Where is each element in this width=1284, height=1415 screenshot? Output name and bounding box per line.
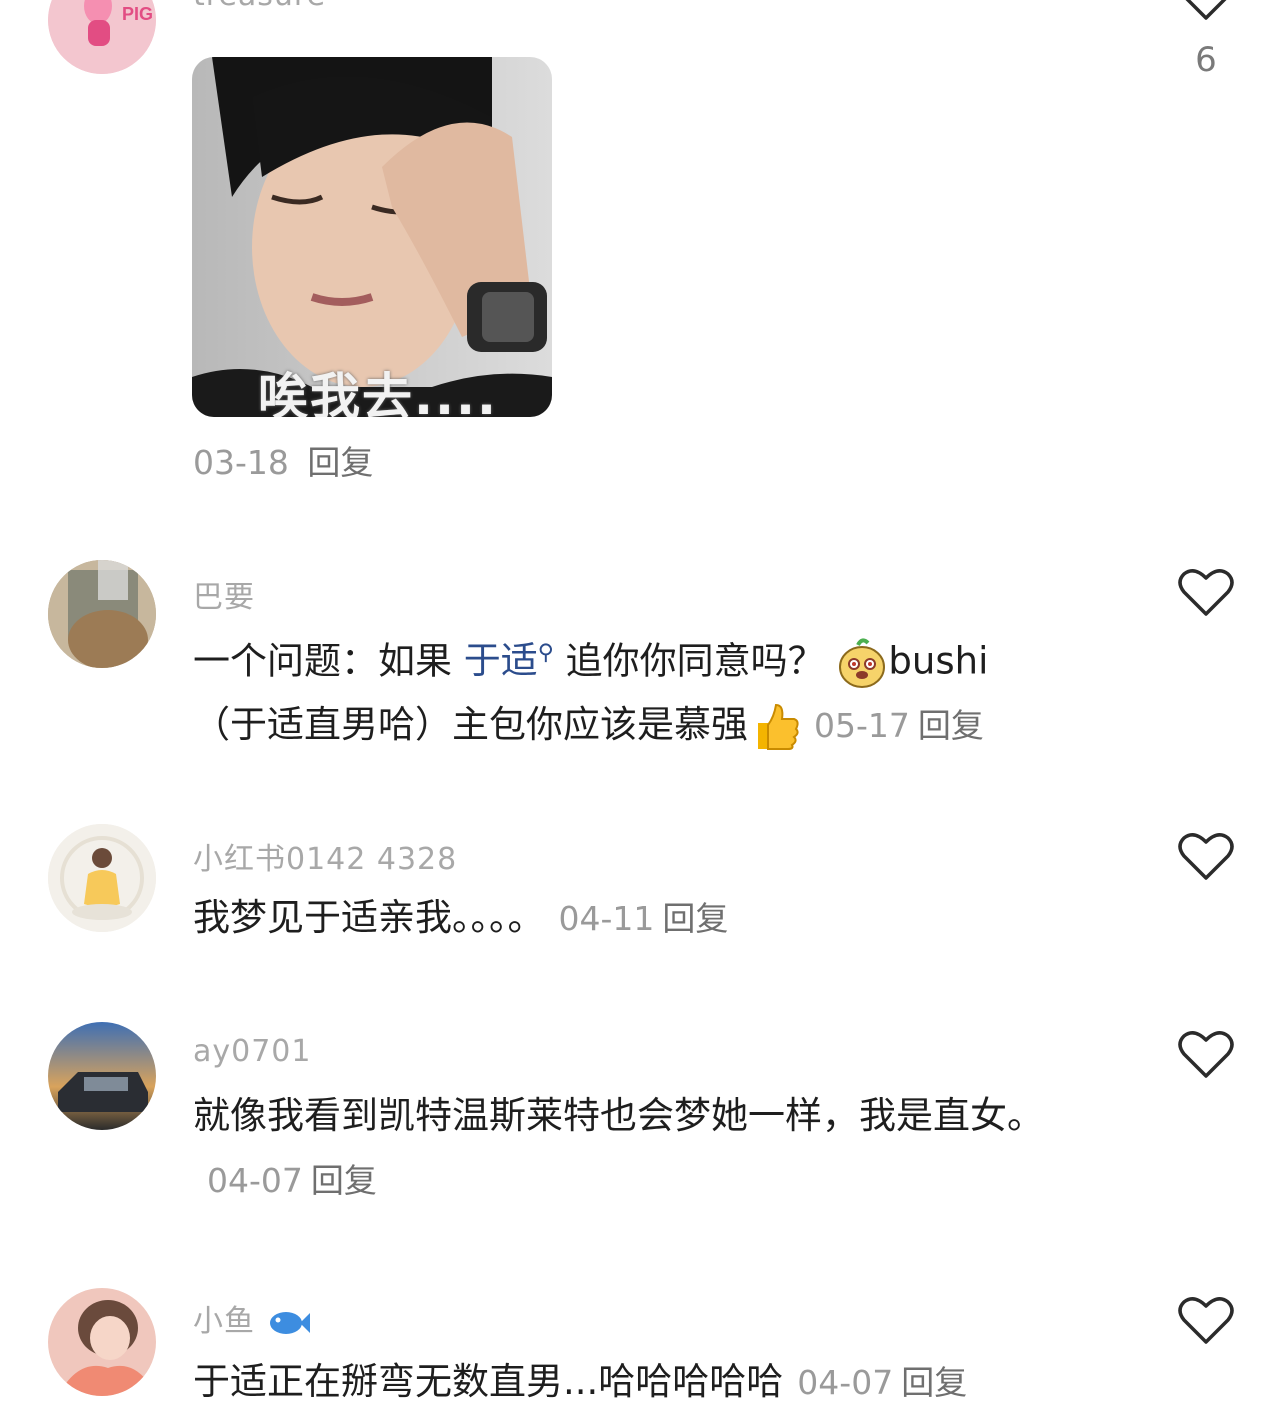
reply-button[interactable]: 回复 [662,899,728,938]
user-photo-avatar [48,560,156,668]
comment-2: 巴要 一个问题：如果 于适⚲ 追你你同意吗？ bushi （于适直男哈）主包你应… [0,560,1284,780]
username[interactable]: treasure [193,0,326,13]
comment-date: 04-11 [558,899,655,938]
fish-emoji-icon [269,1311,310,1334]
meme-image[interactable]: 唉我去.... [192,57,552,417]
heart-outline-icon[interactable] [1178,0,1234,22]
comment-meta: 05-17 回复 [814,706,984,745]
girl-pink-avatar [48,1288,156,1396]
dog-face-emoji-icon [839,638,886,688]
username[interactable]: 小鱼 [193,1296,310,1340]
piglet-avatar-icon: PIG [48,0,156,74]
comment-text: 一个问题：如果 于适⚲ 追你你同意吗？ bushi （于适直男哈）主包你应该是慕… [193,622,1073,758]
comment-meta: 04-07 回复 [797,1363,967,1402]
comment-5: 小鱼 于适正在掰弯无数直男...哈哈哈哈哈 04-07 回复 [0,1288,1284,1414]
heart-outline-icon[interactable] [1178,1030,1234,1080]
comment-date: 04-07 [207,1161,303,1200]
reply-button[interactable]: 回复 [918,706,984,745]
comment-text: 就像我看到凯特温斯莱特也会梦她一样，我是直女。04-07 回复 [193,1094,1044,1200]
comment-4: ay0701 就像我看到凯特温斯莱特也会梦她一样，我是直女。04-07 回复 [0,1022,1284,1242]
thumbs-up-emoji-icon [758,703,799,750]
svg-text:PIG: PIG [122,4,153,24]
like-count: 6 [1195,40,1217,80]
avatar[interactable]: PIG [48,0,156,74]
sunset-car-avatar [48,1022,156,1130]
comment-date: 05-17 [814,706,910,746]
avatar[interactable] [48,1022,156,1130]
username[interactable]: ay0701 [193,1034,312,1069]
avatar[interactable] [48,824,156,932]
avatar[interactable] [48,560,156,668]
avatar[interactable] [48,1288,156,1396]
comment-meta: 03-18 回复 [193,436,373,484]
heart-outline-icon[interactable] [1178,568,1234,618]
comment-text: 于适正在掰弯无数直男...哈哈哈哈哈 04-07 回复 [193,1360,968,1403]
reply-button[interactable]: 回复 [307,443,373,482]
comment-date: 03-18 [193,443,289,482]
comment-meta: 04-11 回复 [559,899,729,938]
heart-outline-icon[interactable] [1178,832,1234,882]
heart-outline-icon[interactable] [1178,1296,1234,1346]
username[interactable]: 小红书0142 4328 [193,834,457,878]
meme-caption: 唉我去.... [258,368,498,417]
reply-button[interactable]: 回复 [311,1161,377,1200]
comment-meta: 04-07 回复 [207,1161,377,1200]
comment-text: 我梦见于适亲我。。。。 04-11 回复 [193,896,729,939]
search-icon: ⚲ [537,641,554,666]
comment-date: 04-07 [797,1363,894,1402]
reply-button[interactable]: 回复 [901,1363,967,1402]
mention-link[interactable]: 于适⚲ [464,639,554,682]
comment-1: PIG treasure 唉我去.... 03-18 [0,0,1284,520]
comment-3: 小红书0142 4328 我梦见于适亲我。。。。 04-11 回复 [0,824,1284,974]
username[interactable]: 巴要 [193,572,255,616]
meditating-girl-avatar [48,824,156,932]
